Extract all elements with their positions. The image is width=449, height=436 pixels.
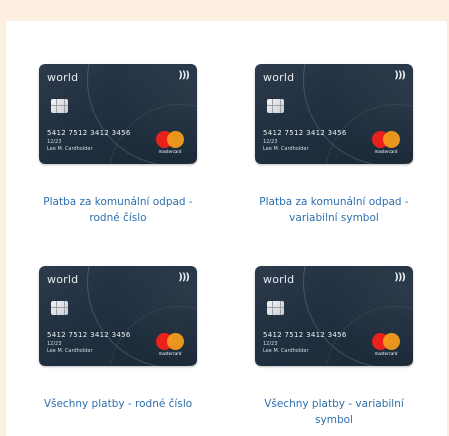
mastercard-orange-circle bbox=[167, 131, 184, 148]
mastercard-wordmark: mastercard bbox=[374, 351, 398, 356]
card-brand: world bbox=[263, 273, 295, 286]
card-holder: Lee M. Cardholder bbox=[263, 348, 309, 354]
card-number: 5412 7512 3412 3456 bbox=[263, 129, 347, 137]
chip-icon bbox=[51, 99, 68, 113]
mastercard-wordmark: mastercard bbox=[374, 149, 398, 154]
mastercard-wordmark: mastercard bbox=[158, 149, 182, 154]
contactless-icon: ))) bbox=[394, 70, 406, 81]
mastercard-logo-icon: mastercard bbox=[153, 131, 187, 154]
card-expiry: 12/23 bbox=[263, 341, 278, 347]
payment-link[interactable]: Všechny platby - variabilní symbol bbox=[255, 396, 413, 428]
mastercard-wordmark: mastercard bbox=[158, 351, 182, 356]
contactless-icon: ))) bbox=[178, 272, 190, 283]
payment-link[interactable]: Platba za komunální odpad - rodné číslo bbox=[39, 194, 197, 226]
payment-card-image[interactable]: world ))) 5412 7512 3412 3456 12/23 Lee … bbox=[39, 64, 197, 164]
contactless-icon: ))) bbox=[394, 272, 406, 283]
payment-card-image[interactable]: world ))) 5412 7512 3412 3456 12/23 Lee … bbox=[255, 64, 413, 164]
card-brand: world bbox=[263, 71, 295, 84]
payment-link[interactable]: Všechny platby - rodné číslo bbox=[39, 396, 197, 412]
mastercard-orange-circle bbox=[383, 131, 400, 148]
card-brand: world bbox=[47, 71, 79, 84]
chip-icon bbox=[51, 301, 68, 315]
card-brand: world bbox=[47, 273, 79, 286]
card-holder: Lee M. Cardholder bbox=[47, 146, 93, 152]
mastercard-orange-circle bbox=[383, 333, 400, 350]
payment-options-panel: world ))) 5412 7512 3412 3456 12/23 Lee … bbox=[6, 21, 447, 436]
payment-card-image[interactable]: world ))) 5412 7512 3412 3456 12/23 Lee … bbox=[39, 266, 197, 366]
card-number: 5412 7512 3412 3456 bbox=[47, 331, 131, 339]
card-number: 5412 7512 3412 3456 bbox=[47, 129, 131, 137]
chip-icon bbox=[267, 99, 284, 113]
contactless-icon: ))) bbox=[178, 70, 190, 81]
mastercard-logo-icon: mastercard bbox=[369, 333, 403, 356]
card-holder: Lee M. Cardholder bbox=[263, 146, 309, 152]
card-expiry: 12/23 bbox=[263, 139, 278, 145]
payment-link[interactable]: Platba za komunální odpad - variabilní s… bbox=[255, 194, 413, 226]
card-expiry: 12/23 bbox=[47, 341, 62, 347]
card-expiry: 12/23 bbox=[47, 139, 62, 145]
payment-card-image[interactable]: world ))) 5412 7512 3412 3456 12/23 Lee … bbox=[255, 266, 413, 366]
chip-icon bbox=[267, 301, 284, 315]
mastercard-orange-circle bbox=[167, 333, 184, 350]
card-holder: Lee M. Cardholder bbox=[47, 348, 93, 354]
mastercard-logo-icon: mastercard bbox=[153, 333, 187, 356]
mastercard-logo-icon: mastercard bbox=[369, 131, 403, 154]
card-number: 5412 7512 3412 3456 bbox=[263, 331, 347, 339]
